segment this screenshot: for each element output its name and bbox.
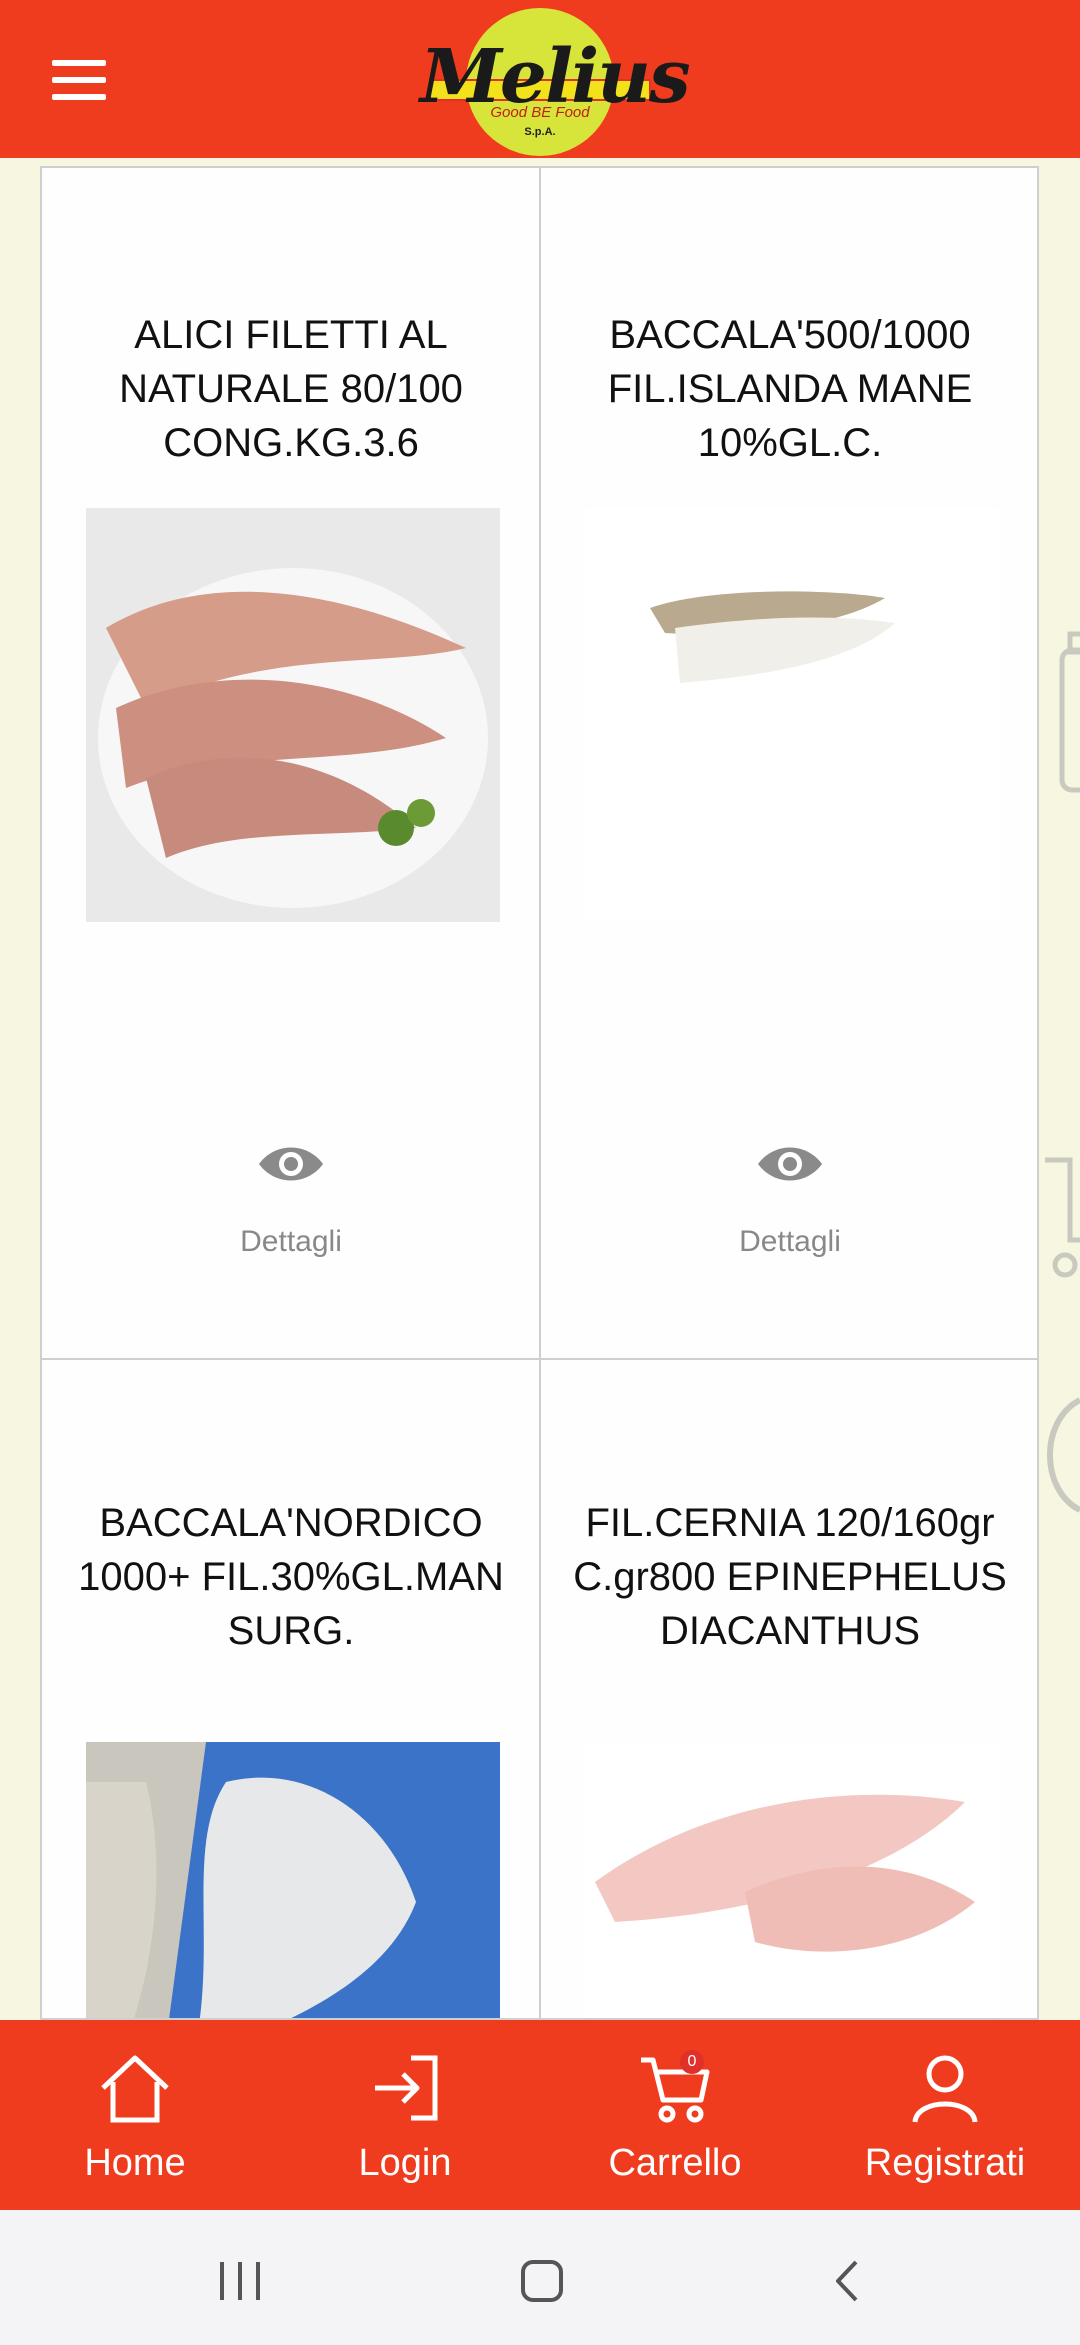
product-grid: ALICI FILETTI AL NATURALE 80/100 CONG.KG… [40,166,1039,2020]
nav-home-label: Home [84,2142,186,2184]
details-button[interactable]: Dettagli [690,1225,890,1259]
product-card[interactable]: BACCALA'500/1000 FIL.ISLANDA MANE 10%GL.… [541,168,1037,1358]
product-image[interactable] [585,508,999,922]
user-icon [912,2055,978,2123]
eye-icon[interactable] [754,1138,826,1190]
product-card[interactable]: ALICI FILETTI AL NATURALE 80/100 CONG.KG… [42,168,539,1358]
product-card[interactable]: BACCALA'NORDICO 1000+ FIL.30%GL.MAN SURG… [42,1360,539,2020]
login-icon [375,2055,438,2121]
brand-tagline: Good BE Food [490,104,590,121]
product-image[interactable] [585,1742,999,2020]
home-icon [101,2055,169,2123]
product-card[interactable]: FIL.CERNIA 120/160gr C.gr800 EPINEPHELUS… [541,1360,1037,2020]
product-title[interactable]: FIL.CERNIA 120/160gr C.gr800 EPINEPHELUS… [561,1496,1019,1658]
nav-cart-label: Carrello [608,2142,742,2184]
brand-suffix: S.p.A. [524,126,556,138]
bottle-icon [1059,631,1080,793]
menu-icon[interactable] [52,60,106,100]
nav-home[interactable]: Home [0,2020,270,2210]
fruit-background-icon [1047,1397,1080,1513]
cart-count-badge: 0 [680,2050,704,2074]
nav-register[interactable]: Registrati [810,2020,1080,2210]
nav-cart[interactable]: Carrello [540,2020,810,2210]
brand-logo[interactable]: Melius Good BE Food S.p.A. [420,0,691,158]
product-title[interactable]: BACCALA'500/1000 FIL.ISLANDA MANE 10%GL.… [561,308,1019,470]
eye-icon[interactable] [255,1138,327,1190]
bottom-navigation: Home Login Carrello Registrati [0,2020,1080,2210]
shopping-cart-background-icon [1045,1157,1080,1278]
back-icon[interactable] [830,2258,864,2304]
product-image[interactable] [86,1742,500,2020]
system-navigation-bar [0,2210,1080,2345]
nav-register-label: Registrati [864,2142,1026,2184]
product-image[interactable] [86,508,500,922]
product-title[interactable]: BACCALA'NORDICO 1000+ FIL.30%GL.MAN SURG… [62,1496,520,1658]
nav-login[interactable]: Login [270,2020,540,2210]
product-title[interactable]: ALICI FILETTI AL NATURALE 80/100 CONG.KG… [62,308,520,470]
home-button-icon[interactable] [519,2258,565,2304]
app-header: Melius Good BE Food S.p.A. [0,0,1080,158]
recent-apps-icon[interactable] [218,2260,264,2302]
nav-login-label: Login [358,2142,452,2184]
details-button[interactable]: Dettagli [191,1225,391,1259]
